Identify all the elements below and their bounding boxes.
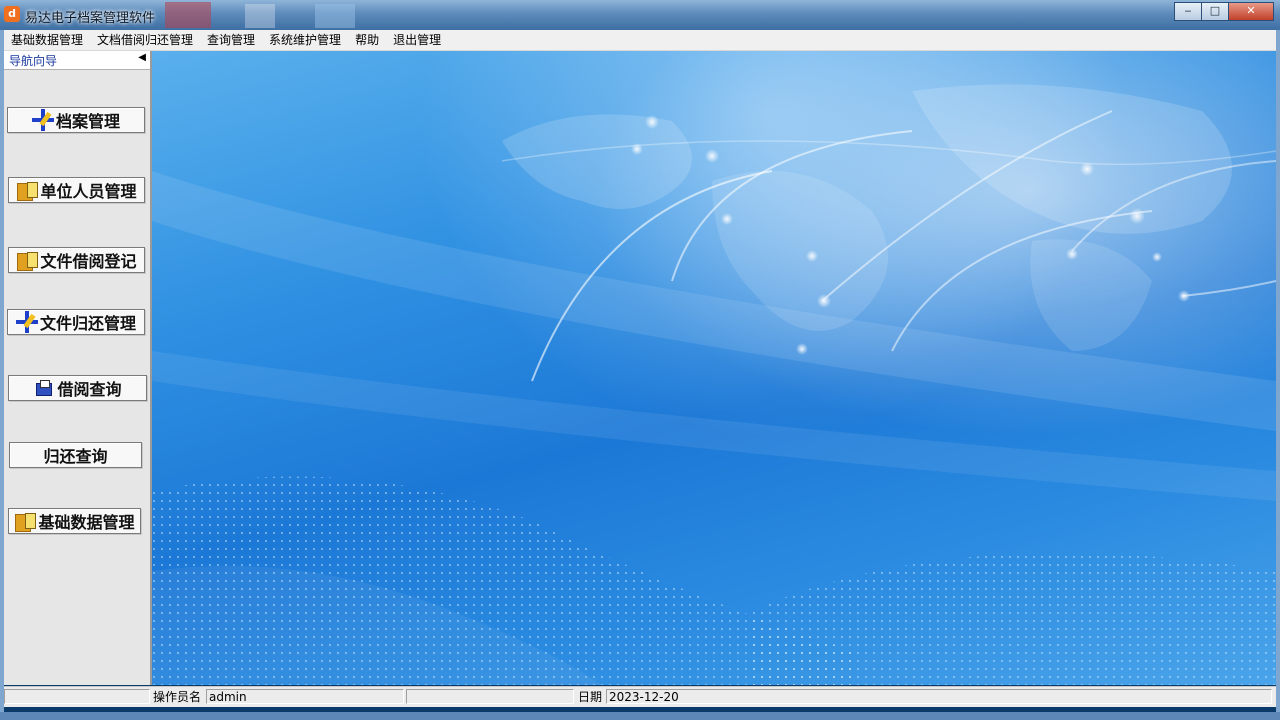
world-map-graphic	[152, 84, 1276, 685]
navigation-panel: 导航向导 ◀ 档案管理 单位人员管理 文件借阅登记 文件归还管理 借阅查询 归还…	[4, 51, 152, 685]
nav-button-return-manage[interactable]: 文件归还管理	[7, 309, 145, 335]
collapse-left-icon[interactable]: ◀	[138, 52, 146, 63]
background-ghost	[165, 2, 211, 28]
menu-help[interactable]: 帮助	[348, 30, 386, 50]
nav-button-label: 单位人员管理	[40, 182, 137, 201]
nav-button-unit-staff[interactable]: 单位人员管理	[8, 177, 145, 203]
nav-title: 导航向导	[9, 54, 58, 68]
edit-arrows-icon	[31, 109, 54, 131]
app-logo-icon: d	[4, 6, 20, 22]
maximize-button[interactable]: □	[1201, 2, 1229, 21]
main-background	[152, 51, 1276, 685]
menu-bar: 基础数据管理 文档借阅归还管理 查询管理 系统维护管理 帮助 退出管理	[4, 30, 1276, 51]
operator-label: 操作员名	[153, 690, 202, 704]
nav-button-label: 文件归还管理	[39, 314, 136, 333]
status-bar: 操作员名 admin 日期 2023-12-20	[4, 686, 1276, 707]
nav-button-label: 借阅查询	[57, 380, 122, 399]
menu-system-maintenance[interactable]: 系统维护管理	[262, 30, 348, 50]
menu-query[interactable]: 查询管理	[200, 30, 262, 50]
status-empty-cell	[4, 689, 150, 704]
nav-button-basic-data[interactable]: 基础数据管理	[8, 508, 141, 534]
nav-button-label: 基础数据管理	[38, 513, 135, 532]
background-ghost	[315, 4, 355, 28]
nav-header: 导航向导 ◀	[4, 51, 150, 70]
status-spacer-cell	[406, 689, 574, 704]
nav-button-archive[interactable]: 档案管理	[7, 107, 145, 133]
background-ghost	[245, 4, 275, 28]
menu-borrow-return[interactable]: 文档借阅归还管理	[90, 30, 200, 50]
nav-button-label: 档案管理	[55, 112, 120, 131]
window-frame-right	[1276, 30, 1280, 720]
window-frame-bottom	[0, 712, 1280, 720]
menu-exit[interactable]: 退出管理	[386, 30, 448, 50]
window-title: 易达电子档案管理软件	[25, 11, 156, 26]
date-label: 日期	[578, 690, 603, 704]
menu-basic-data[interactable]: 基础数据管理	[4, 30, 90, 50]
nav-button-label: 文件借阅登记	[40, 252, 137, 271]
edit-arrows-icon	[15, 311, 38, 333]
title-bar: d 易达电子档案管理软件 ‒ □ ✕	[0, 0, 1280, 30]
window-controls: ‒ □ ✕	[1174, 2, 1274, 21]
close-button[interactable]: ✕	[1228, 2, 1274, 21]
nav-button-borrow-query[interactable]: 借阅查询	[8, 375, 147, 401]
folder-edit-icon	[16, 249, 39, 271]
minimize-button[interactable]: ‒	[1174, 2, 1202, 21]
nav-button-borrow-register[interactable]: 文件借阅登记	[8, 247, 145, 273]
date-value: 2023-12-20	[606, 689, 1272, 704]
folder-edit-icon	[16, 179, 39, 201]
folder-edit-icon	[14, 510, 37, 532]
nav-button-label: 归还查询	[43, 447, 108, 466]
nav-button-return-query[interactable]: 归还查询	[9, 442, 142, 468]
operator-value: admin	[206, 689, 404, 704]
print-icon	[33, 377, 55, 399]
